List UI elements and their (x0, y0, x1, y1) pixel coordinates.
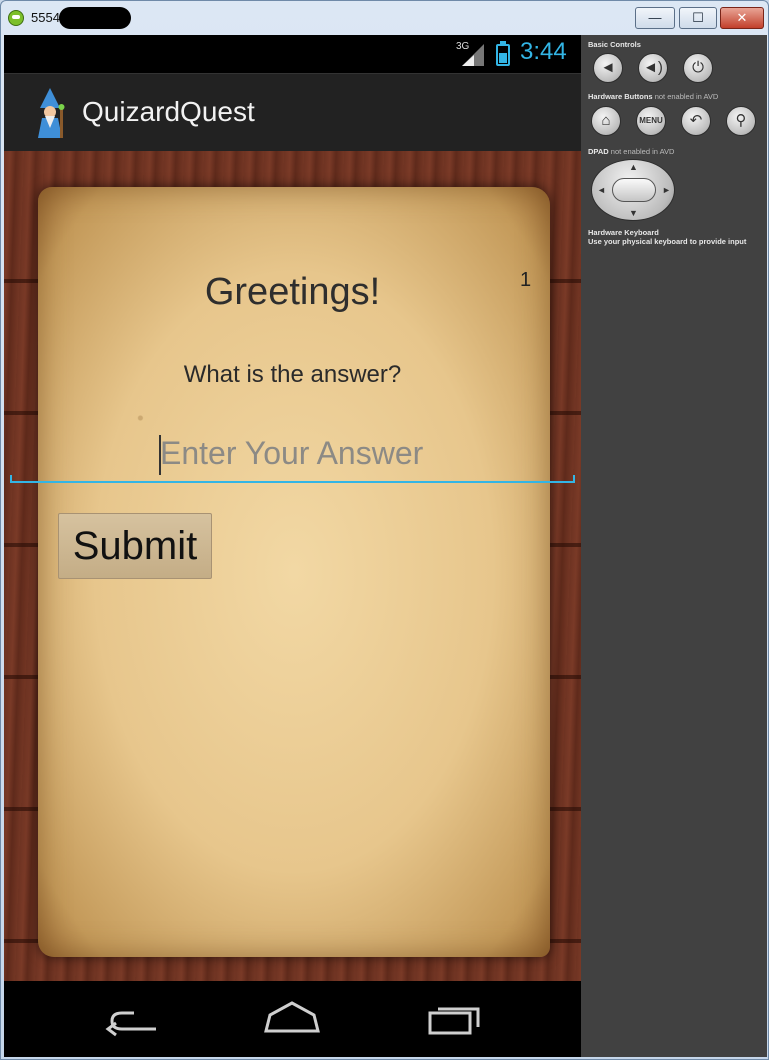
dpad-center-button[interactable] (612, 178, 656, 202)
status-clock: 3:44 (520, 38, 567, 65)
input-underline (10, 481, 575, 483)
nav-back-icon[interactable] (104, 999, 164, 1039)
dpad-note: not enabled in AVD (610, 147, 675, 156)
dpad-left-icon[interactable]: ◄ (597, 185, 606, 195)
answer-field[interactable] (10, 421, 575, 483)
greeting-heading: Greetings! (204, 271, 381, 313)
nav-recents-icon[interactable] (424, 999, 484, 1039)
quiz-content: Greetings! 1 What is the answer? Submit (4, 151, 581, 981)
question-text: What is the answer? (183, 361, 402, 388)
app-title: QuizardQuest (82, 96, 255, 127)
answer-input[interactable] (160, 431, 490, 475)
home-icon[interactable]: ⌂ (591, 106, 621, 136)
dpad-heading: DPAD not enabled in AVD (588, 147, 674, 156)
submit-button[interactable]: Submit (58, 513, 212, 579)
volume-down-icon[interactable]: ◄ (593, 53, 623, 83)
dpad-right-icon[interactable]: ► (662, 185, 671, 195)
window-title: 5554 (31, 10, 60, 25)
underline-left-tick (10, 475, 12, 483)
search-icon[interactable]: ⚲ (726, 106, 756, 136)
window-titlebar: 5554 — ☐ ✕ (1, 1, 768, 35)
hardware-buttons-heading: Hardware Buttons not enabled in AVD (588, 92, 718, 101)
emulator-window: 5554 — ☐ ✕ 3G 3:44 QuizardQuest Greeting… (0, 0, 769, 1060)
menu-button[interactable]: MENU (636, 106, 666, 136)
action-bar: QuizardQuest (4, 73, 581, 151)
minimize-button[interactable]: — (635, 7, 675, 29)
back-icon[interactable]: ↶ (681, 106, 711, 136)
keyboard-title: Hardware Keyboard (588, 228, 659, 237)
hardware-buttons-label: Hardware Buttons (588, 92, 653, 101)
volume-up-icon[interactable]: ◄) (638, 53, 668, 83)
hardware-keyboard-info: Hardware Keyboard Use your physical keyb… (588, 228, 746, 246)
status-bar: 3G 3:44 (4, 35, 581, 73)
dpad-label: DPAD (588, 147, 609, 156)
underline-right-tick (573, 475, 575, 483)
maximize-button[interactable]: ☐ (679, 7, 717, 29)
power-icon[interactable]: ⏻ (683, 53, 713, 83)
dpad-down-icon[interactable]: ▼ (629, 208, 638, 218)
dpad-icon[interactable]: ▲ ▼ ◄ ► (591, 159, 675, 221)
question-counter: 1 (520, 269, 532, 291)
battery-icon (496, 41, 510, 66)
keyboard-note: Use your physical keyboard to provide in… (588, 237, 747, 246)
emulator-app-icon (8, 10, 24, 26)
redaction-mark (59, 7, 131, 29)
navigation-bar (4, 981, 581, 1057)
controls-panel: Basic Controls ◄ ◄) ⏻ Hardware Buttons n… (581, 35, 767, 1057)
wizard-icon[interactable] (34, 88, 66, 138)
dpad-up-icon[interactable]: ▲ (629, 162, 638, 172)
device-screen: 3G 3:44 QuizardQuest Greetings! 1 What i… (4, 35, 581, 1057)
signal-icon (462, 44, 484, 66)
close-button[interactable]: ✕ (720, 7, 764, 29)
nav-home-icon[interactable] (262, 999, 322, 1039)
basic-controls-heading: Basic Controls (588, 40, 641, 49)
hardware-buttons-note: not enabled in AVD (654, 92, 719, 101)
